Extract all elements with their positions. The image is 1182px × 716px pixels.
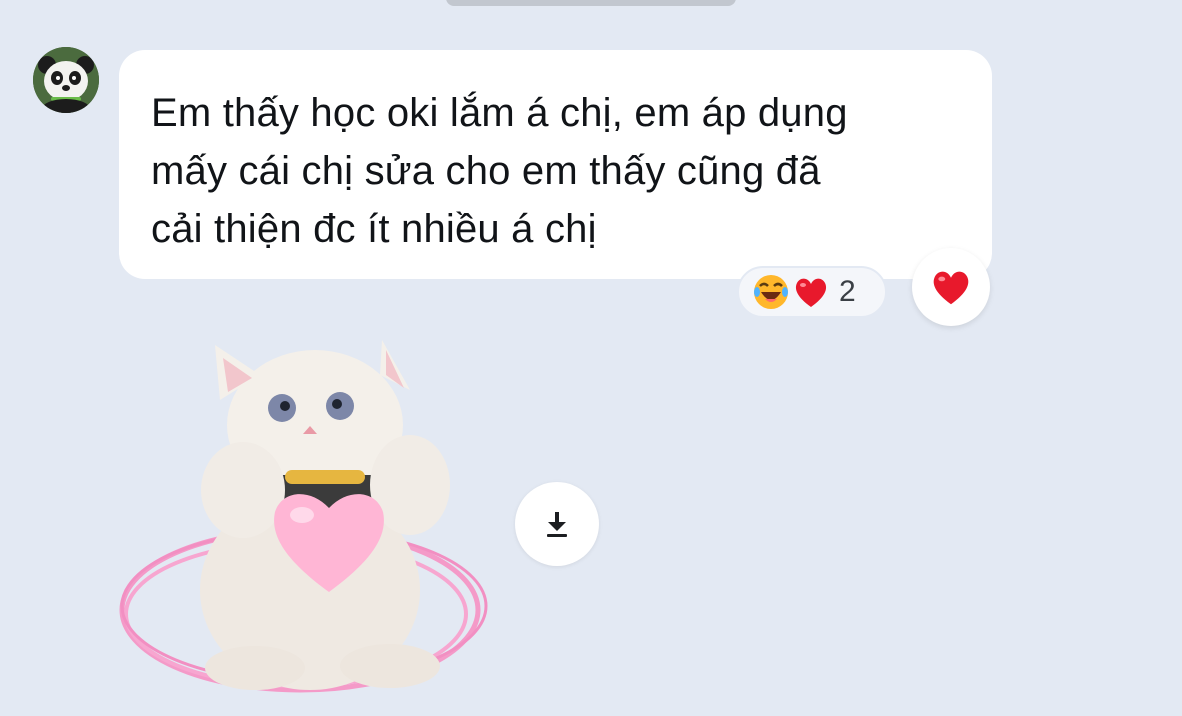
laughing-crying-face-icon <box>751 272 791 312</box>
reaction-count: 2 <box>839 275 856 308</box>
red-heart-icon <box>791 272 831 312</box>
avatar[interactable] <box>33 47 99 113</box>
message-bubble[interactable]: Em thấy học oki lắm á chị, em áp dụng mấ… <box>119 50 992 279</box>
red-heart-icon <box>933 271 969 305</box>
cat-heart-sticker[interactable] <box>110 330 500 710</box>
cat-sticker-icon <box>119 340 488 693</box>
message-line: Em thấy học oki lắm á chị, em áp dụng <box>151 91 848 135</box>
scroll-handle[interactable] <box>446 0 736 6</box>
react-heart-button[interactable] <box>912 248 990 326</box>
reaction-summary[interactable]: 2 <box>737 266 887 318</box>
message-line: cải thiện đc ít nhiều á chị <box>151 207 597 251</box>
message-line: mấy cái chị sửa cho em thấy cũng đã <box>151 149 821 193</box>
panda-avatar-icon <box>33 47 99 113</box>
download-icon <box>547 512 567 537</box>
download-button[interactable] <box>515 482 599 566</box>
